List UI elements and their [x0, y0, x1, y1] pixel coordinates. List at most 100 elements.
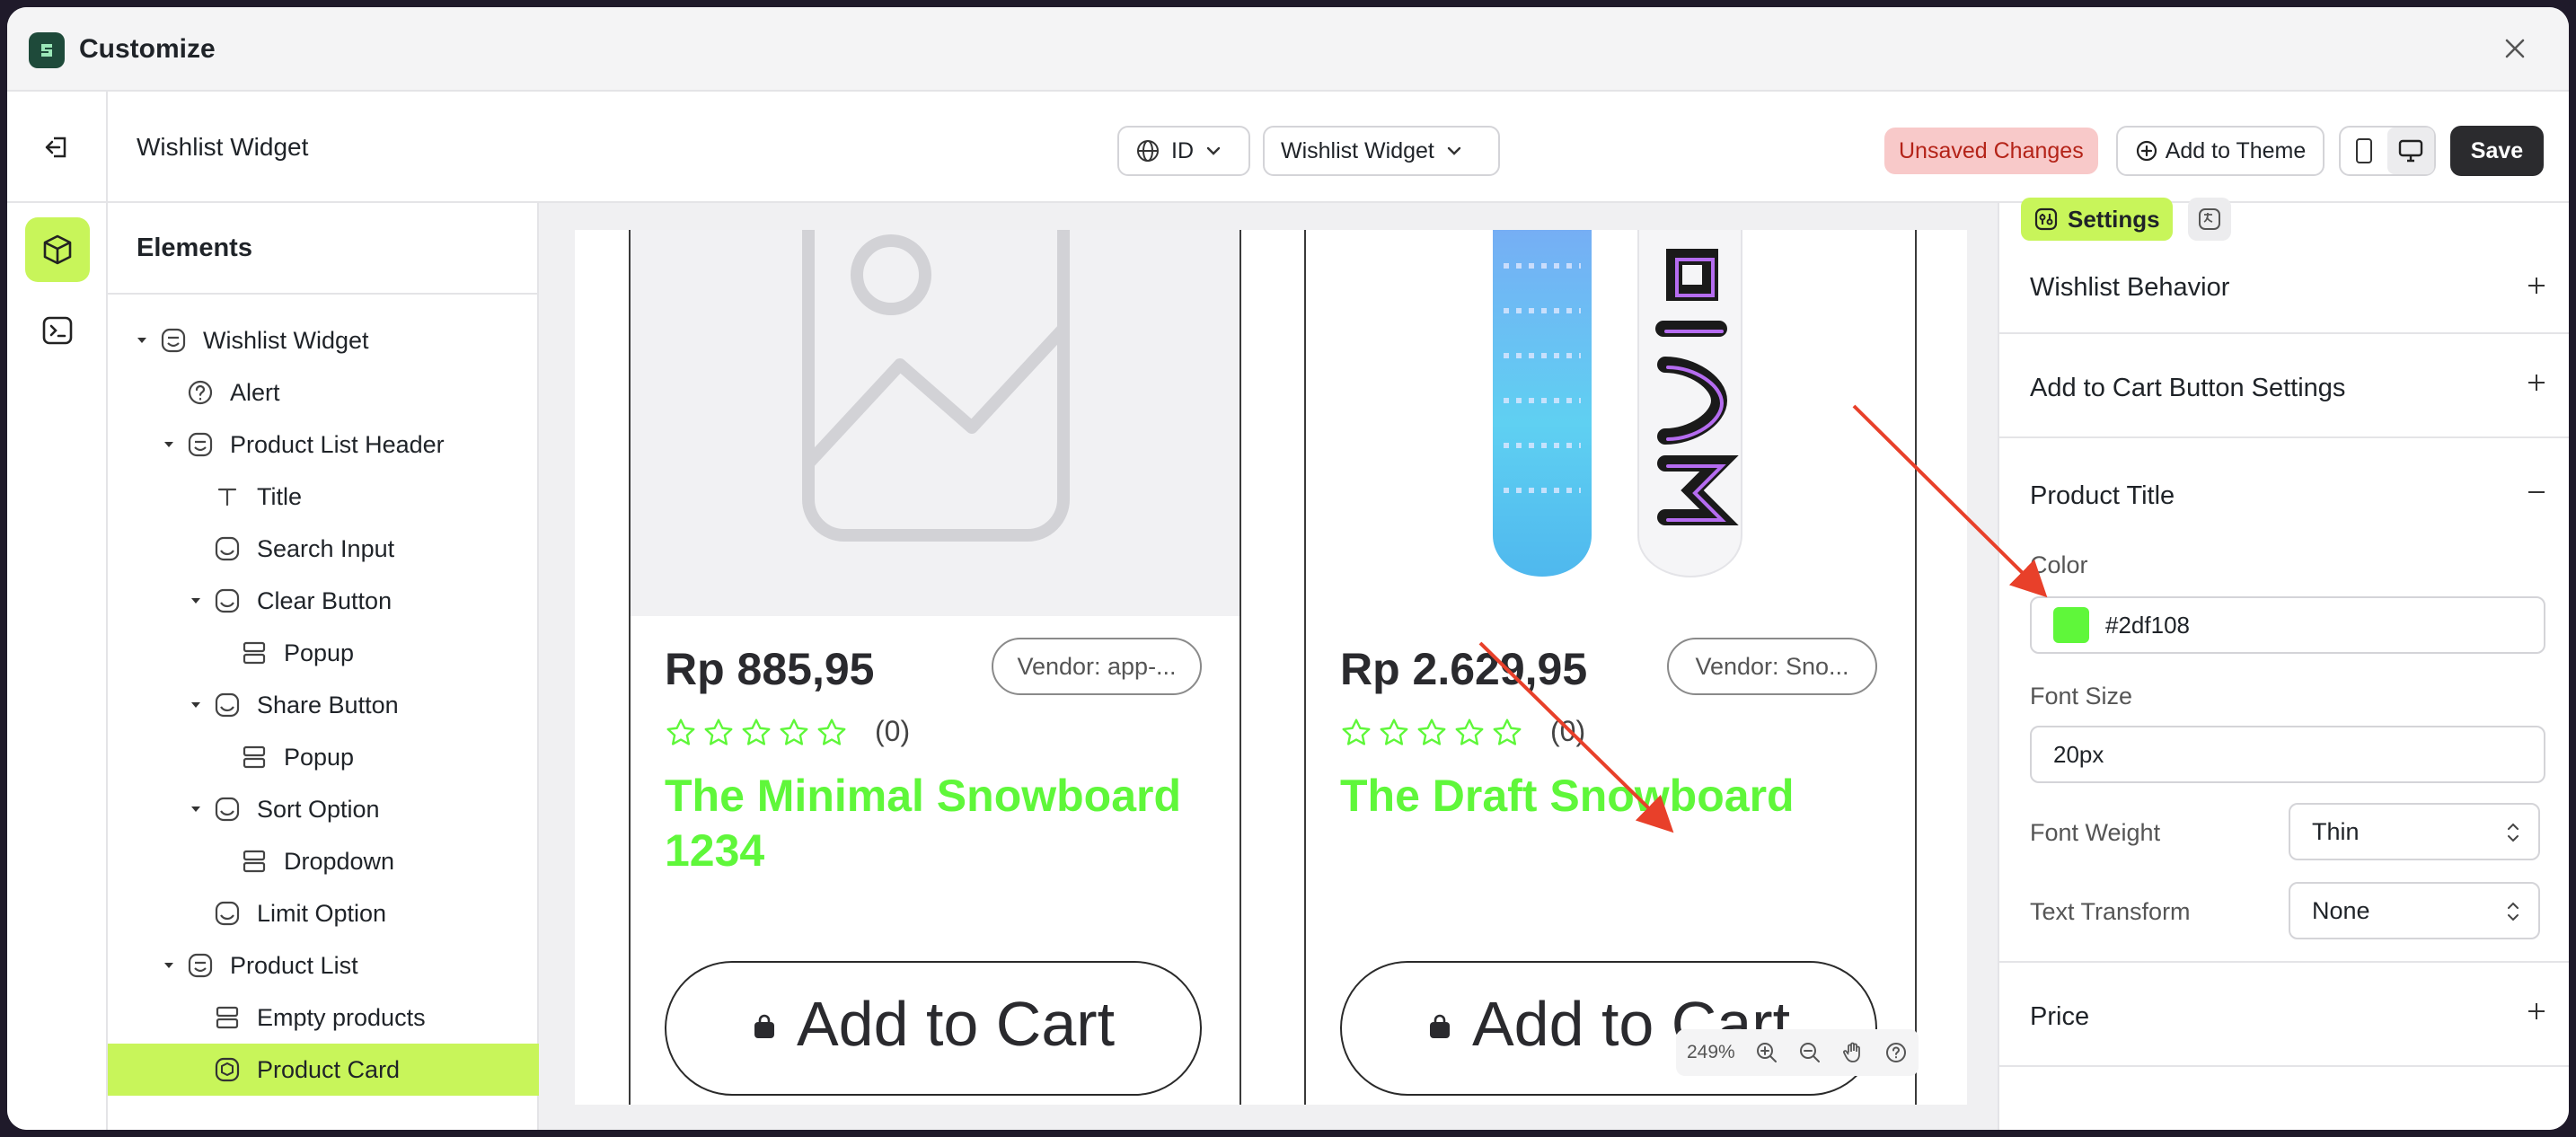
app-logo-icon: [29, 32, 65, 68]
vendor-badge[interactable]: Vendor: Sno...: [1667, 638, 1877, 695]
product-price: Rp 2.629,95: [1340, 644, 1588, 694]
tab-translate[interactable]: [2188, 198, 2231, 241]
editor-topbar: Wishlist Widget ID Wishlist Widget Unsav…: [108, 92, 2569, 203]
left-rail: [7, 92, 108, 1130]
settings-panel: Settings Wishlist Behavior Add to Cart B…: [1998, 198, 2569, 1130]
caret-down-icon[interactable]: [160, 436, 178, 454]
section-wishlist-behavior[interactable]: Wishlist Behavior: [1999, 242, 2569, 334]
terminal-icon[interactable]: [25, 298, 90, 363]
layout-icon: [239, 638, 269, 668]
help-icon[interactable]: [1884, 1041, 1908, 1064]
tree-item-product-list[interactable]: Product List: [108, 939, 539, 992]
font-weight-label: Font Weight: [2030, 819, 2161, 846]
widget-icon: [185, 429, 216, 460]
font-weight-select[interactable]: Thin: [2289, 803, 2540, 860]
add-to-theme-button[interactable]: Add to Theme: [2116, 126, 2325, 176]
image-placeholder-icon: [802, 230, 1070, 542]
product-card[interactable]: Rp 2.629,95 Vendor: Sno... (0) The Draft…: [1304, 230, 1917, 1105]
text-transform-select[interactable]: None: [2289, 882, 2540, 939]
tab-settings[interactable]: Settings: [2021, 198, 2173, 241]
star-icon: [742, 718, 771, 745]
plus-icon[interactable]: [2524, 999, 2549, 1024]
review-count: (0): [875, 715, 911, 747]
section-price[interactable]: Price: [1999, 963, 2569, 1067]
plus-icon[interactable]: [2524, 370, 2549, 395]
color-input[interactable]: #2df108: [2030, 596, 2545, 654]
color-value: #2df108: [2105, 611, 2190, 639]
text-transform-label: Text Transform: [2030, 898, 2191, 925]
tree-item-product-list-header[interactable]: Product List Header: [108, 419, 539, 471]
tree-item-product-card[interactable]: Product Card: [108, 1044, 539, 1096]
language-select[interactable]: ID: [1117, 126, 1250, 176]
globe-icon: [1137, 140, 1159, 162]
plus-icon[interactable]: [2524, 273, 2549, 298]
chevron-down-icon: [1447, 146, 1461, 155]
zoom-toolbar: 249%: [1676, 1029, 1919, 1076]
tree-item-sort-option[interactable]: Sort Option: [108, 783, 539, 835]
tree-item-limit-option[interactable]: Limit Option: [108, 887, 539, 939]
exit-icon[interactable]: [38, 128, 77, 167]
tree-item-empty-products[interactable]: Empty products: [108, 992, 539, 1044]
caret-down-icon[interactable]: [187, 800, 205, 818]
text-icon: [212, 481, 243, 512]
translate-icon: [2199, 208, 2220, 230]
shopping-bag-icon: [1429, 1014, 1450, 1038]
tree-item-dropdown[interactable]: Dropdown: [108, 835, 539, 887]
desktop-view-icon[interactable]: [2387, 128, 2434, 174]
hand-icon[interactable]: [1841, 1041, 1865, 1064]
unsaved-changes-badge: Unsaved Changes: [1884, 128, 2098, 174]
tree-item-clear-button[interactable]: Clear Button: [108, 575, 539, 627]
device-toggle: [2339, 126, 2436, 176]
customize-window: Customize Wishlist Widget ID Wishlist Wi…: [7, 7, 2569, 1130]
tree-item-wishlist-widget[interactable]: Wishlist Widget: [108, 314, 539, 366]
color-swatch[interactable]: [2053, 607, 2089, 643]
close-icon[interactable]: [2497, 31, 2533, 66]
product-card[interactable]: Rp 885,95 Vendor: app-... (0) The Minima…: [629, 230, 1241, 1105]
tree-item-alert[interactable]: Alert: [108, 366, 539, 419]
add-to-theme-label: Add to Theme: [2165, 137, 2307, 163]
section-product-title: Product Title Color #2df108 Font Size 20…: [1999, 438, 2569, 963]
tree-item-title[interactable]: Title: [108, 471, 539, 523]
color-label: Color: [2030, 551, 2088, 578]
zoom-in-icon[interactable]: [1755, 1041, 1778, 1064]
tree-item-share-button[interactable]: Share Button: [108, 679, 539, 731]
caret-down-icon[interactable]: [160, 956, 178, 974]
elements-cube-icon[interactable]: [25, 217, 90, 282]
vendor-badge[interactable]: Vendor: app-...: [992, 638, 1202, 695]
tree-item-search-input[interactable]: Search Input: [108, 523, 539, 575]
template-select[interactable]: Wishlist Widget: [1263, 126, 1500, 176]
card-icon: [212, 1054, 243, 1085]
tree-item-popup[interactable]: Popup: [108, 627, 539, 679]
star-icon: [1493, 718, 1522, 745]
section-add-to-cart-settings[interactable]: Add to Cart Button Settings: [1999, 334, 2569, 438]
star-icon: [1380, 718, 1408, 745]
star-icon: [1417, 718, 1446, 745]
rating-stars: [1340, 717, 1523, 749]
star-icon: [1342, 718, 1371, 745]
caret-down-icon[interactable]: [187, 696, 205, 714]
elements-title: Elements: [137, 234, 252, 262]
layout-icon: [212, 1002, 243, 1033]
product-image: [1306, 230, 1915, 616]
widget-icon: [158, 325, 189, 356]
question-circle-icon: [185, 377, 216, 408]
font-size-value: 20px: [2053, 740, 2104, 768]
review-count: (0): [1550, 715, 1586, 747]
save-button[interactable]: Save: [2450, 126, 2544, 176]
product-title[interactable]: The Draft Snowboard: [1340, 769, 1879, 824]
elements-divider: [108, 293, 537, 295]
star-icon: [1455, 718, 1484, 745]
star-icon: [704, 718, 733, 745]
caret-down-icon[interactable]: [187, 592, 205, 610]
mobile-view-icon[interactable]: [2341, 128, 2387, 174]
zoom-out-icon[interactable]: [1798, 1041, 1822, 1064]
minus-icon[interactable]: [2524, 480, 2549, 505]
snowboard-image: [1493, 230, 1742, 578]
star-icon: [666, 718, 695, 745]
add-to-cart-button[interactable]: Add to Cart: [665, 961, 1202, 1096]
caret-down-icon[interactable]: [133, 331, 151, 349]
font-size-input[interactable]: 20px: [2030, 726, 2545, 783]
tree-item-popup[interactable]: Popup: [108, 731, 539, 783]
product-title[interactable]: The Minimal Snowboard 1234: [665, 769, 1204, 878]
element-icon: [212, 794, 243, 824]
